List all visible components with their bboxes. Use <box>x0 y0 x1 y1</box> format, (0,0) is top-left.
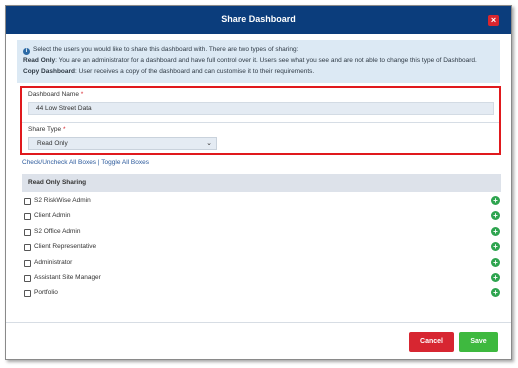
info-read-only-line: Read Only: You are an administrator for … <box>23 55 494 66</box>
share-type-label: Share Type * <box>28 126 66 133</box>
read-only-text: : You are an administrator for a dashboa… <box>55 57 477 64</box>
toggle-all-link[interactable]: Toggle All Boxes <box>101 159 149 166</box>
role-checkbox[interactable] <box>24 244 31 251</box>
role-checkbox[interactable] <box>24 275 31 282</box>
add-icon[interactable]: + <box>491 211 500 220</box>
check-uncheck-all-link[interactable]: Check/Uncheck All Boxes <box>22 159 96 166</box>
close-button[interactable]: × <box>488 15 499 26</box>
cancel-button[interactable]: Cancel <box>409 332 454 352</box>
add-icon[interactable]: + <box>491 273 500 282</box>
role-label: S2 RiskWise Admin <box>34 197 91 204</box>
info-icon: i <box>23 48 30 55</box>
info-copy-line: Copy Dashboard: User receives a copy of … <box>23 66 494 77</box>
read-only-label: Read Only <box>23 57 56 64</box>
role-label: Portfolio <box>34 289 58 296</box>
role-label: Client Representative <box>34 243 97 250</box>
role-label: S2 Office Admin <box>34 228 81 235</box>
copy-dashboard-text: : User receives a copy of the dashboard … <box>75 68 315 75</box>
role-row: Assistant Site Manager + <box>24 273 501 285</box>
info-intro-line: i Select the users you would like to shar… <box>23 44 494 55</box>
add-icon[interactable]: + <box>491 258 500 267</box>
role-checkbox[interactable] <box>24 260 31 267</box>
form-highlight-box: Dashboard Name * 44 Low Street Data Shar… <box>20 86 501 155</box>
dashboard-name-input[interactable]: 44 Low Street Data <box>28 102 494 115</box>
add-icon[interactable]: + <box>491 227 500 236</box>
form-divider <box>22 122 499 123</box>
footer-divider <box>6 322 511 323</box>
role-row: Administrator + <box>24 258 501 270</box>
share-type-value: Read Only <box>37 140 68 147</box>
role-label: Assistant Site Manager <box>34 274 101 281</box>
add-icon[interactable]: + <box>491 196 500 205</box>
role-checkbox[interactable] <box>24 213 31 220</box>
info-panel: i Select the users you would like to shar… <box>17 40 500 83</box>
role-row: Portfolio + <box>24 288 501 300</box>
role-row: Client Representative + <box>24 242 501 254</box>
role-checkbox[interactable] <box>24 198 31 205</box>
chevron-down-icon: ⌄ <box>206 140 212 147</box>
dialog-title: Share Dashboard <box>221 14 296 24</box>
dashboard-name-label: Dashboard Name * <box>28 91 84 98</box>
role-row: S2 Office Admin + <box>24 227 501 239</box>
copy-dashboard-label: Copy Dashboard <box>23 68 76 75</box>
dialog-titlebar: Share Dashboard × <box>6 6 511 34</box>
role-checkbox[interactable] <box>24 290 31 297</box>
role-label: Client Admin <box>34 212 71 219</box>
share-type-select[interactable]: Read Only ⌄ <box>28 137 217 150</box>
role-row: S2 RiskWise Admin + <box>24 196 501 208</box>
required-marker: * <box>80 91 84 98</box>
info-intro: Select the users you would like to share… <box>33 46 299 53</box>
required-marker: * <box>62 126 66 133</box>
role-checkbox[interactable] <box>24 229 31 236</box>
share-dashboard-dialog: Share Dashboard × i Select the users you … <box>5 5 512 360</box>
save-button[interactable]: Save <box>459 332 498 352</box>
read-only-sharing-header: Read Only Sharing <box>22 174 501 192</box>
add-icon[interactable]: + <box>491 242 500 251</box>
add-icon[interactable]: + <box>491 288 500 297</box>
role-row: Client Admin + <box>24 211 501 223</box>
bulk-select-links: Check/Uncheck All Boxes | Toggle All Box… <box>22 159 149 166</box>
role-label: Administrator <box>34 259 73 266</box>
link-separator: | <box>97 159 100 166</box>
